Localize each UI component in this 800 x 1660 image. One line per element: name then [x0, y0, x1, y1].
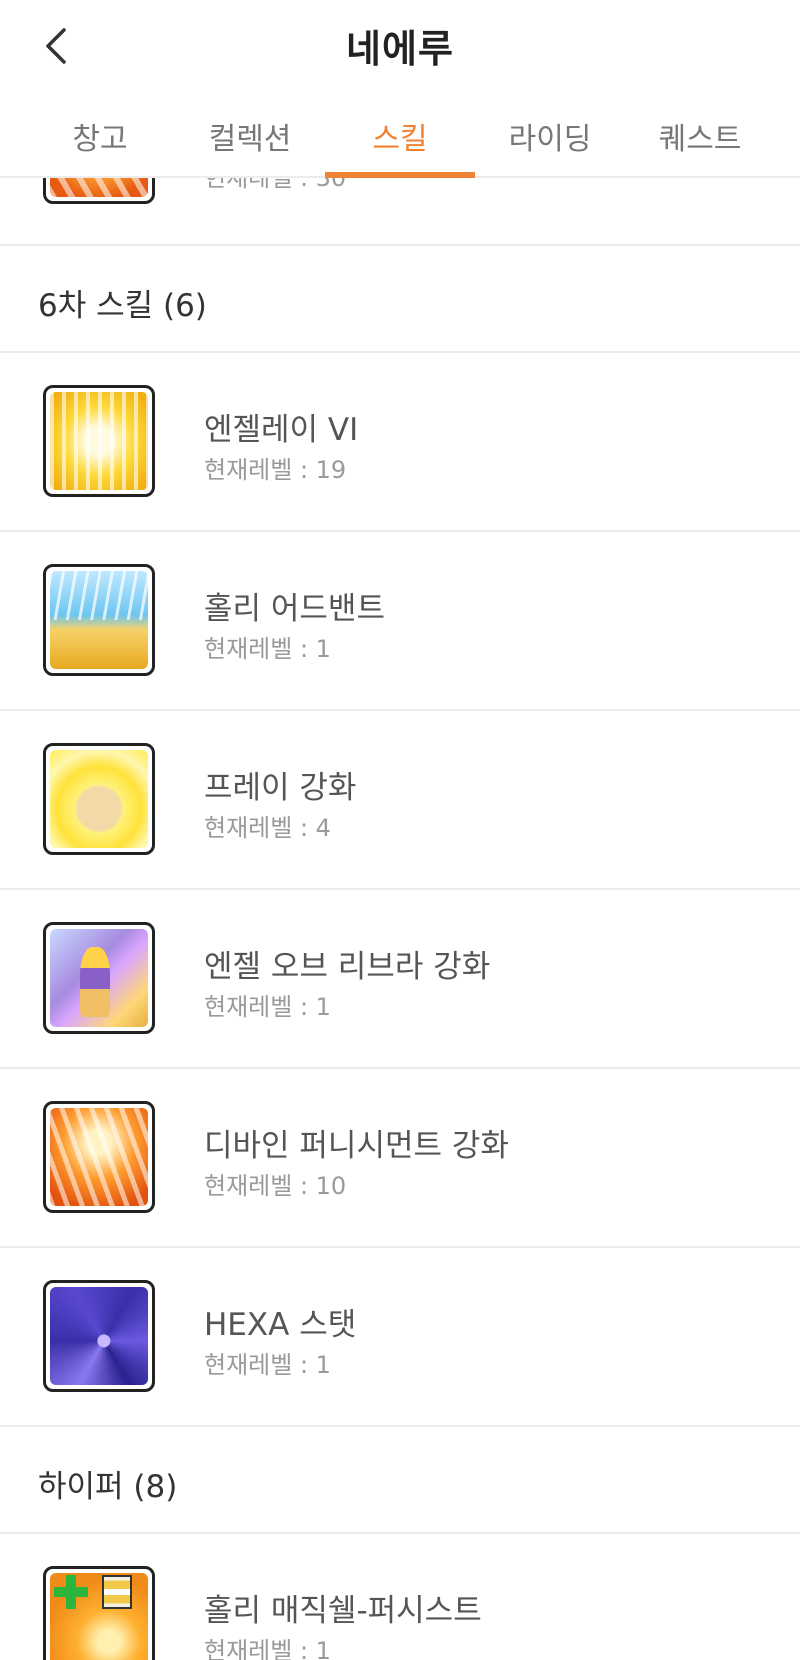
angel-ray-icon [43, 385, 155, 497]
skill-name: 홀리 어드밴트 [204, 591, 385, 627]
list-item[interactable]: 엔젤 오브 리브라 강화 현재레벨 : 1 [0, 890, 800, 1069]
skill-name: 엔젤 오브 리브라 강화 [204, 949, 491, 985]
page-title: 네에루 [346, 27, 454, 71]
skill-name: 디바인 퍼니시먼트 강화 [204, 1128, 509, 1164]
hexa-stat-icon [43, 1280, 155, 1392]
pray-icon [43, 743, 155, 855]
skill-level: 현재레벨 : 1 [204, 1637, 331, 1660]
tab-quest[interactable]: 퀘스트 [625, 100, 775, 176]
skill-level: 현재레벨 : 1 [204, 993, 331, 1021]
skill-name: HEXA 스탯 [204, 1307, 357, 1343]
skill-level: 현재레벨 : 1 [204, 1351, 331, 1379]
holy-advent-icon [43, 564, 155, 676]
skill-level: 현재레벨 : 30 [204, 176, 347, 192]
section-header: 6차 스킬 (6) [0, 246, 800, 353]
section-header: 하이퍼 (8) [0, 1427, 800, 1534]
app-header: 네에루 창고 컬렉션 스킬 라이딩 퀘스트 [0, 0, 800, 178]
tab-riding[interactable]: 라이딩 [475, 100, 625, 176]
tab-skill[interactable]: 스킬 [325, 100, 475, 178]
skill-name: 홀리 매직쉘-퍼시스트 [204, 1593, 482, 1629]
tab-storage[interactable]: 창고 [0, 100, 175, 176]
section-title: 6차 스킬 (6) [38, 288, 207, 324]
skill-level: 현재레벨 : 10 [204, 1172, 347, 1200]
list-item[interactable]: 홀리 어드밴트 현재레벨 : 1 [0, 532, 800, 711]
holy-magic-shell-icon [43, 1566, 155, 1660]
tab-collection[interactable]: 컬렉션 [175, 100, 325, 176]
skill-level: 현재레벨 : 4 [204, 814, 331, 842]
skill-name: 엔젤레이 VI [204, 412, 359, 448]
skill-level: 현재레벨 : 19 [204, 456, 347, 484]
list-item[interactable]: 디바인 퍼니시먼트 강화 현재레벨 : 10 [0, 1069, 800, 1248]
list-item[interactable]: 엔젤레이 VI 현재레벨 : 19 [0, 353, 800, 532]
section-title: 하이퍼 (8) [38, 1469, 178, 1505]
list-item[interactable]: 프레이 강화 현재레벨 : 4 [0, 711, 800, 890]
divine-punishment-icon [43, 1101, 155, 1213]
list-item[interactable]: 홀리 매직쉘-퍼시스트 현재레벨 : 1 [0, 1534, 800, 1660]
angel-of-libra-icon [43, 922, 155, 1034]
fire-burst-icon [43, 176, 155, 204]
list-item[interactable]: 현재레벨 : 30 [0, 176, 800, 246]
skill-name: 프레이 강화 [204, 770, 357, 806]
skill-list[interactable]: 현재레벨 : 30 6차 스킬 (6) 엔젤레이 VI 현재레벨 : 19 홀리… [0, 176, 800, 1660]
list-item[interactable]: HEXA 스탯 현재레벨 : 1 [0, 1248, 800, 1427]
tab-bar: 창고 컬렉션 스킬 라이딩 퀘스트 [0, 100, 800, 178]
skill-level: 현재레벨 : 1 [204, 635, 331, 663]
